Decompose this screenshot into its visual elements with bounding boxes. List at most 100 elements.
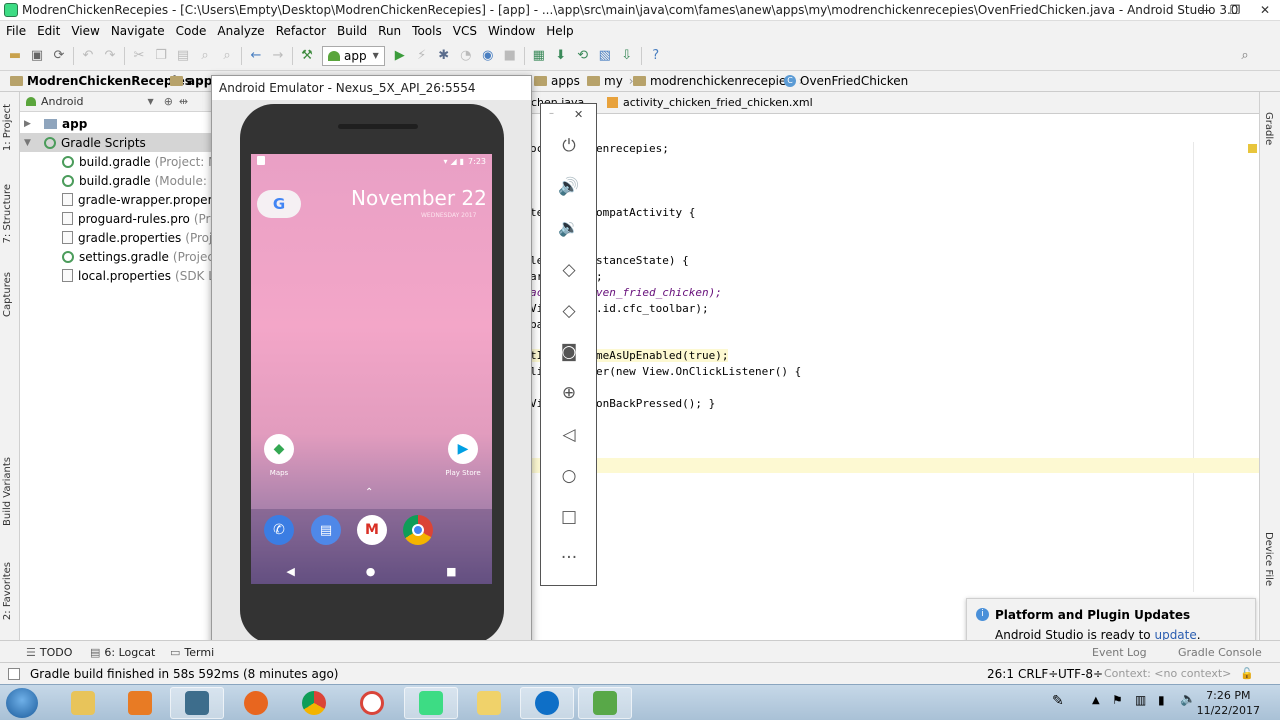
taskbar-chrome[interactable] xyxy=(287,687,341,719)
menu-refactor[interactable]: Refactor xyxy=(276,24,326,38)
app-maps[interactable]: ◆ Maps xyxy=(257,434,301,477)
find-icon[interactable]: ⌕ xyxy=(194,45,216,67)
taskbar-emulator[interactable] xyxy=(578,687,632,719)
menu-code[interactable]: Code xyxy=(176,24,207,38)
app-drawer-arrow-icon[interactable]: ⌃ xyxy=(365,487,373,498)
undo-icon[interactable]: ↶ xyxy=(77,45,99,67)
sync-scroll-icon[interactable]: ⊕ xyxy=(164,95,173,108)
save-icon[interactable]: ▣ xyxy=(26,45,48,67)
tree-item-app[interactable]: ▶ app xyxy=(24,114,87,133)
tab-build-variants[interactable]: Build Variants xyxy=(2,457,13,526)
menu-tools[interactable]: Tools xyxy=(412,24,442,38)
breadcrumb-class[interactable]: C OvenFriedChicken xyxy=(784,74,908,88)
gradle-sync-icon[interactable]: ⟲ xyxy=(572,45,594,67)
tree-item-proguard[interactable]: proguard-rules.pro (ProGu xyxy=(62,209,234,228)
back-icon[interactable]: ◁ xyxy=(557,423,581,447)
tab-structure[interactable]: 7: Structure xyxy=(2,184,13,243)
tree-item-gradle-wrapper[interactable]: gradle-wrapper.properties xyxy=(62,190,234,209)
more-icon[interactable]: ··· xyxy=(557,546,581,570)
tab-layout-xml[interactable]: activity_chicken_fried_chicken.xml xyxy=(607,96,813,109)
project-view-selector[interactable]: Android ▼ ⊕ ⇹ xyxy=(20,92,215,112)
dock-gmail-icon[interactable]: M xyxy=(357,515,387,545)
taskbar-android-studio[interactable] xyxy=(404,687,458,719)
status-message[interactable]: Gradle build finished in 58s 592ms (8 mi… xyxy=(30,667,339,681)
apply-changes-icon[interactable]: ⚡ xyxy=(411,45,433,67)
taskbar-app-red[interactable] xyxy=(345,687,399,719)
pen-tray-icon[interactable]: ✎ xyxy=(1052,693,1064,709)
google-search-widget[interactable]: G xyxy=(257,190,301,218)
avd-manager-icon[interactable]: ▦ xyxy=(528,45,550,67)
tab-todo[interactable]: ☰ TODO xyxy=(26,646,72,659)
breadcrumb-module[interactable]: app xyxy=(170,74,212,88)
copy-icon[interactable]: ❐ xyxy=(150,45,172,67)
menu-vcs[interactable]: VCS xyxy=(453,24,477,38)
menu-navigate[interactable]: Navigate xyxy=(111,24,165,38)
attach-debugger-icon[interactable]: ◉ xyxy=(477,45,499,67)
power-icon[interactable]: ⏻ xyxy=(557,134,581,158)
breadcrumb-my[interactable]: my › xyxy=(587,74,634,88)
menu-file[interactable]: File xyxy=(6,24,26,38)
dock-phone-icon[interactable]: ✆ xyxy=(264,515,294,545)
tab-gradle[interactable]: Gradle xyxy=(1263,112,1274,145)
profile-icon[interactable]: ◔ xyxy=(455,45,477,67)
lock-icon[interactable]: 🔓 xyxy=(1240,667,1254,680)
taskbar-explorer[interactable] xyxy=(56,687,110,719)
menu-help[interactable]: Help xyxy=(546,24,573,38)
forward-nav-icon[interactable]: → xyxy=(267,45,289,67)
taskbar-screen-recorder[interactable] xyxy=(170,687,224,719)
help-icon[interactable]: ? xyxy=(645,45,667,67)
tab-device-file-explorer[interactable]: Device File xyxy=(1263,532,1274,586)
signal-tray-icon[interactable]: ▮ xyxy=(1158,693,1165,707)
run-config-select[interactable]: app ▼ xyxy=(322,45,385,66)
taskbar-firefox[interactable] xyxy=(229,687,283,719)
tree-item-gradle-scripts[interactable]: ▼ Gradle Scripts xyxy=(20,133,215,152)
emu-close-button[interactable]: ✕ xyxy=(574,108,583,121)
show-hidden-icons[interactable]: ▲ xyxy=(1092,695,1100,706)
zoom-icon[interactable]: ⊕ xyxy=(557,381,581,405)
redo-icon[interactable]: ↷ xyxy=(99,45,121,67)
cut-icon[interactable]: ✂ xyxy=(128,45,150,67)
search-everywhere-icon[interactable]: ⌕ xyxy=(1234,45,1256,67)
camera-icon[interactable]: ◙ xyxy=(557,340,581,364)
phone-screen[interactable]: ▾ ◢ ▮ 7:23 G November 22 WEDNESDAY 2017 … xyxy=(251,154,492,584)
project-structure-icon[interactable]: ▧ xyxy=(594,45,616,67)
maximize-button[interactable]: ❐ xyxy=(1220,0,1250,20)
tab-captures[interactable]: Captures xyxy=(2,272,13,317)
breadcrumb-apps[interactable]: apps› xyxy=(534,74,591,88)
minimize-button[interactable]: — xyxy=(1190,0,1220,20)
emu-minimize-button[interactable]: – xyxy=(549,108,554,119)
collapse-icon[interactable]: ⇹ xyxy=(179,95,188,108)
nav-back-icon[interactable]: ◀ xyxy=(286,565,294,578)
volume-tray-icon[interactable]: 🔈 xyxy=(1180,692,1196,707)
caret-position[interactable]: 26:1 xyxy=(987,667,1014,681)
warning-marker-icon[interactable] xyxy=(1248,144,1257,153)
toggle-tool-windows-icon[interactable] xyxy=(8,668,20,680)
emulator-window[interactable]: Android Emulator - Nexus_5X_API_26:5554 … xyxy=(211,75,532,655)
stop-icon[interactable]: ■ xyxy=(499,45,521,67)
nav-recents-icon[interactable]: ■ xyxy=(446,565,456,578)
menu-analyze[interactable]: Analyze xyxy=(217,24,264,38)
make-project-icon[interactable]: ⚒ xyxy=(296,45,318,67)
file-encoding[interactable]: UTF-8÷ xyxy=(1058,667,1103,681)
network-tray-icon[interactable]: ▥ xyxy=(1135,693,1146,707)
open-folder-icon[interactable]: ▬ xyxy=(4,45,26,67)
replace-icon[interactable]: ⌕ xyxy=(216,45,238,67)
breadcrumb-package[interactable]: modrenchickenrecepies › xyxy=(633,74,803,88)
paste-icon[interactable]: ▤ xyxy=(172,45,194,67)
app-play-store[interactable]: ▶ Play Store xyxy=(441,434,485,477)
sync-icon[interactable]: ⟳ xyxy=(48,45,70,67)
tab-gradle-console[interactable]: Gradle Console xyxy=(1178,646,1262,659)
back-nav-icon[interactable]: ← xyxy=(245,45,267,67)
menu-run[interactable]: Run xyxy=(378,24,401,38)
rotate-right-icon[interactable]: ◇ xyxy=(557,299,581,323)
home-icon[interactable]: ○ xyxy=(557,464,581,488)
tab-event-log[interactable]: Event Log xyxy=(1092,646,1147,659)
sdk-download-icon[interactable]: ⇩ xyxy=(616,45,638,67)
tab-logcat[interactable]: ▤ 6: Logcat xyxy=(90,646,155,659)
dock-chrome-icon[interactable] xyxy=(403,515,433,545)
start-button[interactable] xyxy=(6,688,38,718)
tab-project[interactable]: 1: Project xyxy=(2,104,13,151)
date-widget[interactable]: November 22 xyxy=(351,186,487,210)
menu-window[interactable]: Window xyxy=(488,24,535,38)
menu-view[interactable]: View xyxy=(71,24,99,38)
